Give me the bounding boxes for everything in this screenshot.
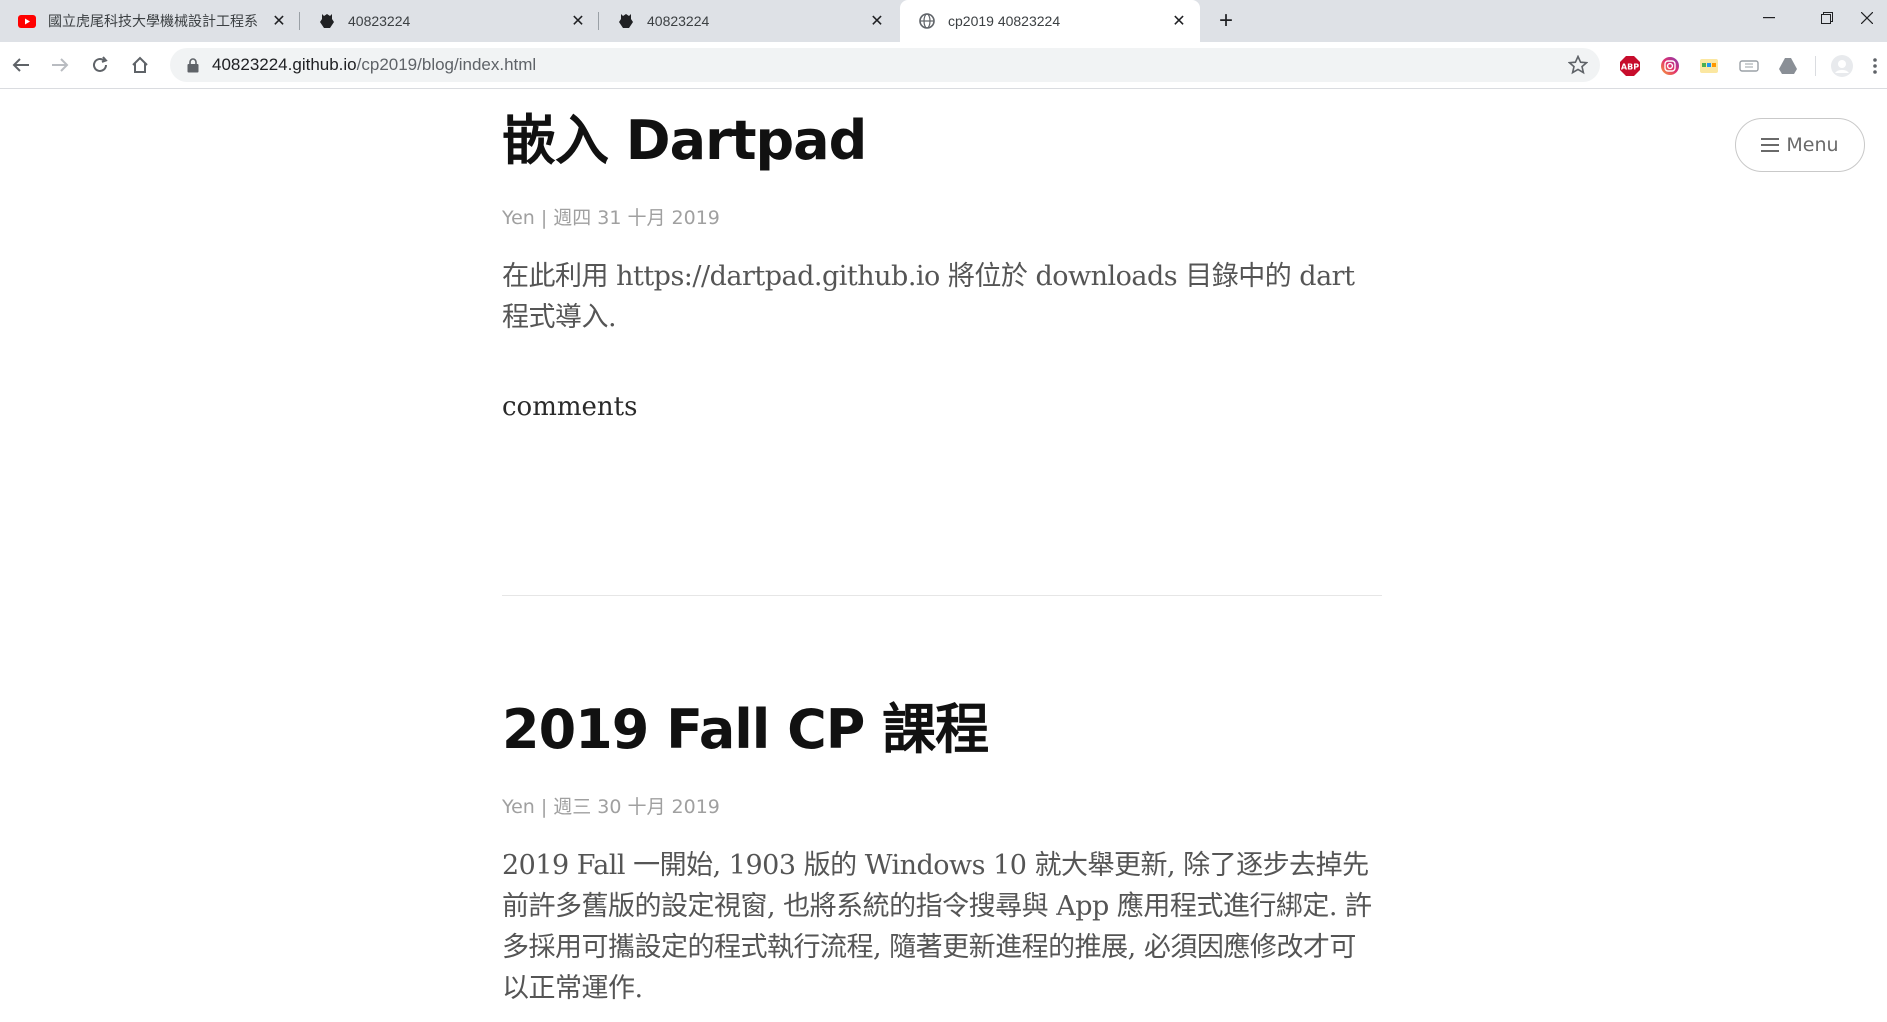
globe-icon [918,12,936,30]
minimize-icon[interactable] [1742,0,1796,36]
home-icon[interactable] [125,50,155,80]
post-title[interactable]: 嵌入 Dartpad [502,109,1382,173]
post-meta: Yen | 週四 31 十月 2019 [502,203,1382,230]
close-tab-icon[interactable]: ✕ [866,10,888,32]
github-octocat-icon [617,12,635,30]
tab-title: 國立虎尾科技大學機械設計工程系 [48,13,258,29]
back-arrow-icon[interactable] [6,50,36,80]
post-excerpt: 在此利用 https://dartpad.github.io 將位於 downl… [502,261,1355,333]
post-date: 週三 30 十月 2019 [553,796,720,818]
post-title[interactable]: 2019 Fall CP 課程 [502,698,1382,762]
bookmark-star-icon[interactable] [1566,53,1590,77]
menu-label: Menu [1786,134,1839,156]
post-divider [502,595,1382,596]
tab-strip: 國立虎尾科技大學機械設計工程系 ✕ 40823224 ✕ 40823224 ✕ … [0,0,1887,42]
close-tab-icon[interactable]: ✕ [567,10,589,32]
post-author[interactable]: Yen [502,796,535,818]
adblock-label: ABP [1621,63,1639,72]
post-meta: Yen | 週三 30 十月 2019 [502,792,1382,819]
tab-cp2019-active[interactable]: cp2019 40823224 ✕ [900,0,1200,42]
address-bar[interactable]: 40823224.github.io/cp2019/blog/index.htm… [170,48,1600,82]
url-host: 40823224.github.io [212,55,357,74]
toolbar-divider [1815,56,1816,76]
hamburger-icon [1761,138,1780,152]
tab-title: cp2019 40823224 [948,13,1061,29]
reload-icon[interactable] [85,50,115,80]
adblock-plus-icon[interactable]: ABP [1618,54,1642,78]
comments-link[interactable]: comments [502,392,637,422]
tab-github-2[interactable]: 40823224 ✕ [599,0,898,42]
window-close-icon[interactable] [1846,0,1887,36]
github-octocat-icon [318,12,336,30]
post-date: 週四 31 十月 2019 [553,207,720,229]
smart-extension-icon[interactable] [1697,54,1721,78]
url-text: 40823224.github.io/cp2019/blog/index.htm… [212,55,536,75]
post-author[interactable]: Yen [502,207,535,229]
blog-post-2: 2019 Fall CP 課程 Yen | 週三 30 十月 2019 2019 F… [502,698,1382,1009]
meta-separator: | [540,796,548,818]
tab-youtube[interactable]: 國立虎尾科技大學機械設計工程系 ✕ [0,0,300,42]
post-excerpt: 2019 Fall 一開始, 1903 版的 Windows 10 就大舉更新,… [502,850,1372,1004]
browser-toolbar: 40823224.github.io/cp2019/blog/index.htm… [0,42,1887,89]
tab-title: 40823224 [348,13,411,29]
youtube-icon [18,12,36,30]
instagram-extension-icon[interactable] [1658,54,1682,78]
forward-arrow-icon[interactable] [45,50,75,80]
page-content: Menu 嵌入 Dartpad Yen | 週四 31 十月 2019 在此利用 h… [0,89,1887,1022]
more-menu-icon[interactable] [1867,54,1883,78]
close-tab-icon[interactable]: ✕ [1168,10,1190,32]
profile-avatar-icon[interactable] [1830,54,1854,78]
drive-extension-icon[interactable] [1776,54,1800,78]
blog-post-1: 嵌入 Dartpad Yen | 週四 31 十月 2019 在此利用 https:… [502,109,1382,338]
tab-github-1[interactable]: 40823224 ✕ [300,0,599,42]
url-path: /cp2019/blog/index.html [356,55,537,74]
lock-icon [186,57,200,73]
new-tab-button[interactable]: + [1210,5,1242,37]
tab-title: 40823224 [647,13,710,29]
close-tab-icon[interactable]: ✕ [268,10,290,32]
ticket-extension-icon[interactable] [1737,54,1761,78]
menu-button[interactable]: Menu [1735,118,1865,172]
meta-separator: | [540,207,548,229]
